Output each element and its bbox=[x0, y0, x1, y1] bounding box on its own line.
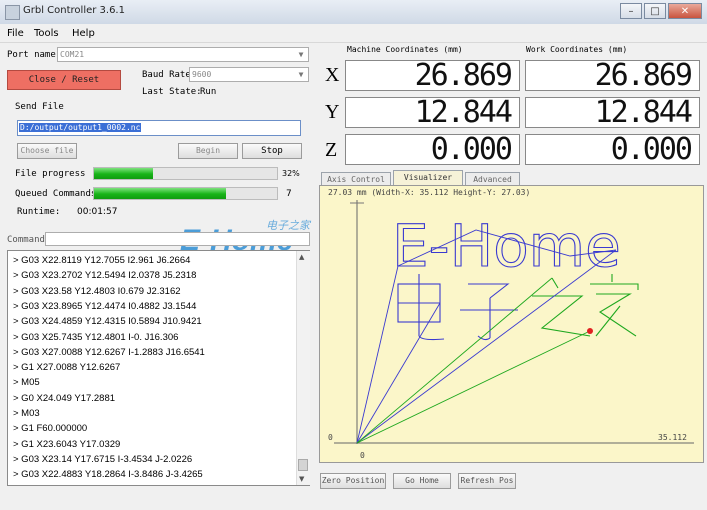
console-scrollbar[interactable]: ▲ ▼ bbox=[296, 251, 310, 485]
menu-help[interactable]: Help bbox=[72, 28, 95, 39]
watermark-sub: 电子之家 bbox=[266, 219, 312, 232]
menu-file[interactable]: File bbox=[7, 28, 24, 39]
file-progress-fill bbox=[94, 168, 153, 179]
console-line: > G03 X24.4859 Y12.4315 I0.5894 J10.9421 bbox=[13, 316, 202, 328]
refresh-pos-button[interactable]: Refresh Pos bbox=[458, 473, 516, 489]
work-x-display: 26.869 bbox=[525, 60, 700, 91]
close-button[interactable]: ✕ bbox=[668, 3, 702, 19]
scroll-thumb[interactable] bbox=[298, 459, 308, 471]
console-line: > G03 X22.8119 Y12.7055 I2.961 J6.2664 bbox=[13, 255, 191, 266]
file-path-input[interactable]: D:/output/output1_0002.nc bbox=[17, 120, 301, 136]
last-state-value: Run bbox=[200, 87, 217, 97]
console-line: > G03 X23.8965 Y12.4474 I0.4882 J3.1544 bbox=[13, 300, 197, 312]
toolpath-chinese bbox=[397, 274, 518, 341]
machine-y-display: 12.844 bbox=[345, 97, 520, 128]
stop-button[interactable]: Stop bbox=[242, 143, 302, 159]
origin-bottom-label: 0 bbox=[360, 451, 365, 460]
port-name-value: COM21 bbox=[60, 50, 85, 59]
console-line: > G03 X27.0088 Y12.6267 I-1.2883 J16.654… bbox=[13, 346, 205, 358]
menu-tools[interactable]: Tools bbox=[34, 28, 59, 39]
console-line: > G1 F60.000000 bbox=[13, 423, 88, 435]
file-path-value: D:/output/output1_0002.nc bbox=[19, 123, 142, 132]
console-line: > G1 X27.0088 Y12.6267 bbox=[13, 362, 121, 374]
work-y-display: 12.844 bbox=[525, 97, 700, 128]
app-icon bbox=[5, 5, 20, 20]
tab-axis-control[interactable]: Axis Control bbox=[321, 172, 391, 186]
command-label: Command bbox=[7, 235, 45, 245]
queued-commands-bar bbox=[93, 187, 278, 200]
port-name-select[interactable]: COM21 ▼ bbox=[57, 47, 309, 62]
queued-commands-fill bbox=[94, 188, 226, 199]
begin-button[interactable]: Begin bbox=[178, 143, 238, 159]
chevron-down-icon: ▼ bbox=[298, 70, 304, 79]
scroll-up-icon[interactable]: ▲ bbox=[299, 253, 304, 261]
current-position-marker bbox=[587, 328, 593, 334]
chevron-down-icon: ▼ bbox=[298, 50, 304, 59]
menu-bar bbox=[0, 24, 707, 43]
runtime-value: 00:01:57 bbox=[77, 207, 118, 217]
tab-advanced[interactable]: Advanced bbox=[465, 172, 520, 186]
baud-rate-label: Baud Rate bbox=[142, 70, 191, 80]
minimize-button[interactable]: – bbox=[620, 3, 642, 19]
origin-left-label: 0 bbox=[328, 433, 333, 442]
command-input[interactable] bbox=[45, 232, 310, 246]
console-line: > G03 X23.14 Y17.6715 I-3.4534 J-2.0226 bbox=[13, 453, 193, 465]
console-output[interactable]: > G03 X22.8119 Y12.7055 I2.961 J6.2664 > … bbox=[7, 250, 310, 486]
axis-z-label: Z bbox=[325, 139, 338, 161]
window-title: Grbl Controller 3.6.1 bbox=[23, 5, 125, 16]
close-reset-button[interactable]: Close / Reset bbox=[7, 70, 121, 90]
maximize-button[interactable]: □ bbox=[644, 3, 666, 19]
baud-rate-select[interactable]: 9600 ▼ bbox=[189, 67, 309, 82]
file-progress-bar bbox=[93, 167, 278, 180]
machine-x-display: 26.869 bbox=[345, 60, 520, 91]
console-line: > G03 X25.7435 Y12.4801 I-0. J16.306 bbox=[13, 331, 179, 343]
file-progress-label: File progress bbox=[15, 169, 86, 179]
x-max-label: 35.112 bbox=[658, 433, 687, 442]
baud-rate-value: 9600 bbox=[192, 70, 212, 79]
console-line: > G03 X23.58 Y12.4803 I0.679 J2.3162 bbox=[13, 285, 181, 297]
queued-commands-value: 7 bbox=[286, 189, 292, 199]
queued-commands-label: Queued Commands bbox=[15, 189, 97, 199]
work-z-display: 0.000 bbox=[525, 134, 700, 165]
file-progress-percent: 32% bbox=[282, 169, 300, 178]
port-name-label: Port name bbox=[7, 50, 56, 60]
zero-position-button[interactable]: Zero Position bbox=[320, 473, 386, 489]
visualizer-header: 27.03 mm (Width-X: 35.112 Height-Y: 27.0… bbox=[328, 188, 530, 197]
go-home-button[interactable]: Go Home bbox=[393, 473, 451, 489]
toolpath-ehome: E-Home bbox=[392, 212, 621, 280]
completed-moves bbox=[356, 277, 591, 444]
toolpath-chinese-done bbox=[532, 274, 639, 337]
scroll-down-icon[interactable]: ▼ bbox=[299, 475, 304, 483]
axis-y-label: Y bbox=[325, 101, 340, 123]
choose-file-button[interactable]: Choose file bbox=[17, 143, 77, 159]
console-line: > G03 X23.2702 Y12.5494 I2.0378 J5.2318 bbox=[13, 270, 197, 282]
axis-x-label: X bbox=[325, 64, 340, 86]
visualizer-panel[interactable]: 27.03 mm (Width-X: 35.112 Height-Y: 27.0… bbox=[319, 185, 704, 463]
runtime-label: Runtime: bbox=[17, 207, 61, 217]
console-line: > G0 X24.049 Y17.2881 bbox=[13, 392, 116, 404]
console-line: > G1 X23.6043 Y17.0329 bbox=[13, 438, 121, 450]
console-line: > M03 bbox=[13, 408, 40, 419]
last-state-label: Last State: bbox=[142, 87, 202, 97]
machine-z-display: 0.000 bbox=[345, 134, 520, 165]
console-line: > M05 bbox=[13, 377, 40, 389]
machine-coordinates-label: Machine Coordinates (mm) bbox=[347, 45, 463, 54]
send-file-label: Send File bbox=[15, 102, 64, 112]
console-line: > G03 X22.4883 Y18.2864 I-3.8486 J-3.426… bbox=[13, 469, 203, 481]
work-coordinates-label: Work Coordinates (mm) bbox=[526, 45, 628, 54]
